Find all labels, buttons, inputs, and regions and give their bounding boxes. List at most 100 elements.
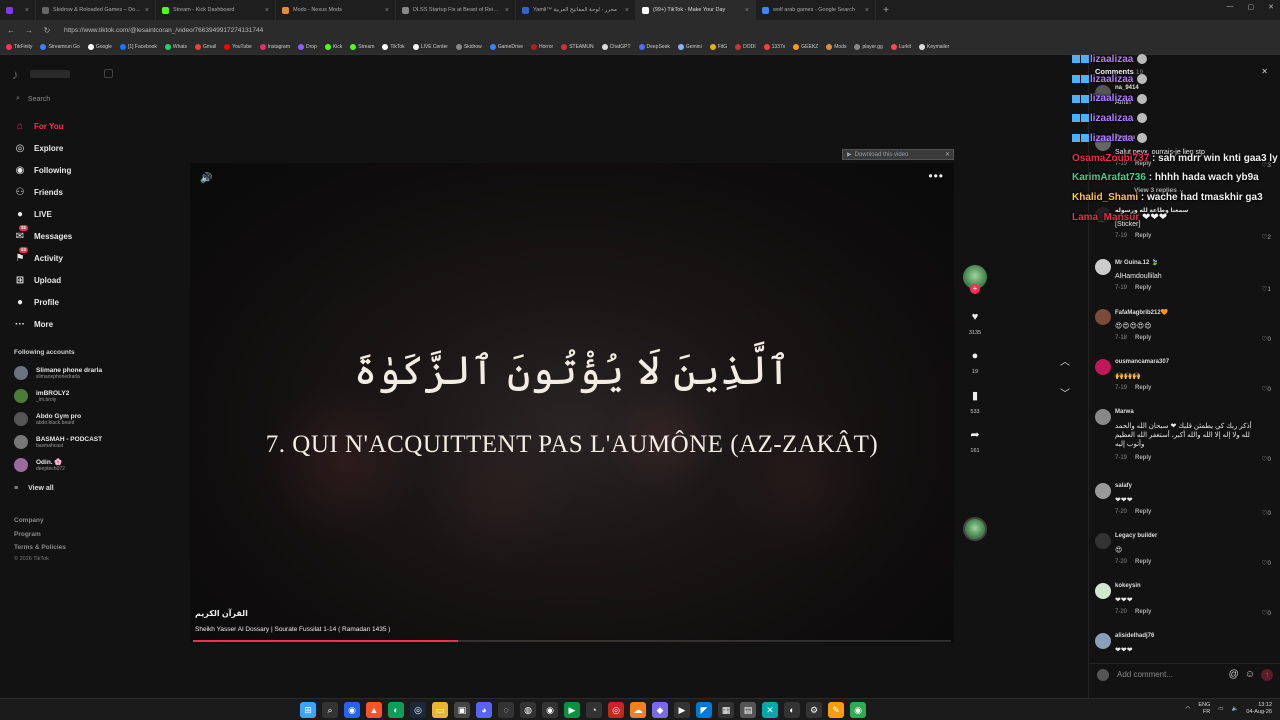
commenter-name[interactable]: Mr Guina.12 🍃 <box>1115 259 1158 266</box>
commenter-avatar[interactable] <box>1095 483 1111 499</box>
terminal-icon[interactable]: ▦ <box>718 702 734 718</box>
commenter-name[interactable]: kokeysin <box>1115 583 1141 589</box>
more-options-icon[interactable]: ••• <box>928 169 944 183</box>
cloud-icon[interactable]: ☁ <box>630 702 646 718</box>
reply-button[interactable]: Reply <box>1135 609 1151 615</box>
video-progress-bar[interactable] <box>193 640 951 642</box>
url-field[interactable]: https://www.tiktok.com/@lesaintcoran_/vi… <box>64 27 263 34</box>
brave-icon[interactable]: ▲ <box>366 702 382 718</box>
bookmark-item[interactable]: Instagram <box>259 44 290 50</box>
commenter-name[interactable]: salafy <box>1115 483 1132 489</box>
bookmark-item[interactable]: Keymailer <box>919 44 949 50</box>
browser-tab[interactable]: × <box>0 0 36 20</box>
speaker-icon[interactable]: 🔈 <box>1231 706 1238 712</box>
commenter-avatar[interactable] <box>1095 633 1111 649</box>
close-tab-icon[interactable]: × <box>865 7 869 14</box>
close-window-icon[interactable]: ✕ <box>1268 3 1274 11</box>
forward-icon[interactable]: → <box>24 26 34 35</box>
bookmark-item[interactable]: DeepSeek <box>638 44 670 50</box>
close-tab-icon[interactable]: × <box>25 7 29 14</box>
bookmark-item[interactable]: Drop <box>298 44 317 50</box>
next-video-icon[interactable]: ﹀ <box>1060 385 1070 400</box>
clock[interactable]: 13:12 04-Aug-26 <box>1246 702 1272 716</box>
reply-button[interactable]: Reply <box>1135 285 1151 291</box>
reload-icon[interactable]: ↻ <box>42 26 52 35</box>
commenter-avatar[interactable] <box>1095 309 1111 325</box>
reply-button[interactable]: Reply <box>1135 455 1151 461</box>
sidebar-item-more[interactable]: ··· More <box>14 317 53 331</box>
download-video-button[interactable]: ▶ Download this video ✕ <box>842 149 954 160</box>
commenter-avatar[interactable] <box>1095 359 1111 375</box>
commenter-name[interactable]: Marwa <box>1115 409 1134 415</box>
bookmark-item[interactable]: GEEKZ <box>793 44 818 50</box>
commenter-name[interactable]: Legacy builder <box>1115 533 1157 539</box>
copilot-icon[interactable]: ◉ <box>344 702 360 718</box>
commenter-name[interactable]: Toutou <box>1115 135 1135 141</box>
footer-link-program[interactable]: Program <box>14 531 41 538</box>
share-button[interactable]: ➦ 161 <box>960 428 990 454</box>
hammer-icon[interactable]: ✎ <box>828 702 844 718</box>
sidebar-item-profile[interactable]: ● Profile <box>14 295 59 309</box>
app-icon[interactable]: ◌ <box>498 702 514 718</box>
bookmark-item[interactable]: LIVE Center <box>412 44 448 50</box>
comment-button[interactable]: ● 19 <box>960 350 990 375</box>
commenter-avatar[interactable] <box>1095 259 1111 275</box>
chrome-icon[interactable]: ◉ <box>850 702 866 718</box>
steam-icon[interactable]: ◎ <box>410 702 426 718</box>
following-account[interactable]: Slimane phone drarla slimanephonedrarla <box>14 366 102 380</box>
commenter-avatar[interactable] <box>1095 207 1111 223</box>
close-tab-icon[interactable]: × <box>745 7 749 14</box>
volume-icon[interactable]: 🔊 <box>200 173 212 184</box>
bookmark-item[interactable]: player.gg <box>854 44 883 50</box>
bookmark-item[interactable]: Stream <box>350 44 374 50</box>
play-icon[interactable]: ▶ <box>564 702 580 718</box>
comment-like-button[interactable]: ♡0 <box>1262 455 1271 463</box>
video-player[interactable]: 🔊 ••• ٱلَّذِينَ لَا يُؤْتُونَ ٱلزَّكَوٰة… <box>190 163 954 643</box>
close-tab-icon[interactable]: × <box>505 7 509 14</box>
edge-icon[interactable]: ◐ <box>388 702 404 718</box>
network-icon[interactable]: ▭ <box>1218 706 1223 712</box>
sidebar-item-friends[interactable]: ⚇ Friends <box>14 185 63 199</box>
previous-video-icon[interactable]: ︿ <box>1060 353 1070 368</box>
capcut-icon[interactable]: ✕ <box>762 702 778 718</box>
minimize-icon[interactable]: — <box>1227 3 1234 11</box>
bookmark-item[interactable]: DODI <box>735 44 756 50</box>
search-input[interactable]: ⌕ Search <box>10 89 110 109</box>
new-tab-icon[interactable]: + <box>876 5 896 16</box>
bookmark-item[interactable]: YouTube <box>224 44 252 50</box>
bookmark-item[interactable]: Google <box>87 44 112 50</box>
bookmark-item[interactable]: Horror <box>531 44 553 50</box>
bookmark-item[interactable]: Streamrun Go <box>40 44 80 50</box>
wifi-icon[interactable]: ◠ <box>1186 706 1191 712</box>
video-icon[interactable]: ▶ <box>674 702 690 718</box>
store-icon[interactable]: ▣ <box>454 702 470 718</box>
follow-plus-icon[interactable]: + <box>970 284 980 294</box>
save-button[interactable]: ▮ 533 <box>960 389 990 415</box>
browser-tab[interactable]: Skidrow & Reloaded Games – Do... × <box>36 0 156 20</box>
bookmark-item[interactable]: Mods <box>826 44 846 50</box>
commenter-name[interactable]: FafaMagbrib212🧡 <box>1115 309 1168 316</box>
sidebar-item-for-you[interactable]: ⌂ For You <box>14 119 64 133</box>
sidebar-item-messages[interactable]: ✉ 92 Messages <box>14 225 72 243</box>
browser-tab[interactable]: Mods - Nexus Mods × <box>276 0 396 20</box>
bookmark-item[interactable]: ChatGPT <box>601 44 631 50</box>
reply-button[interactable]: Reply <box>1135 385 1151 391</box>
back-icon[interactable]: ← <box>6 26 16 35</box>
bookmark-item[interactable]: GameDrive <box>489 44 523 50</box>
browser-tab[interactable]: (99+) TikTok - Make Your Day × <box>636 0 756 20</box>
comment-like-button[interactable]: ♡0 <box>1262 559 1271 567</box>
music-disc-icon[interactable] <box>963 517 987 541</box>
reply-button[interactable]: Reply <box>1135 335 1151 341</box>
footer-link-company[interactable]: Company <box>14 517 44 524</box>
folder-icon[interactable]: ▭ <box>432 702 448 718</box>
following-account[interactable]: BASMAH - PODCAST basmahcast <box>14 435 102 449</box>
commenter-name[interactable]: alisidelhadj76 <box>1115 633 1154 639</box>
close-comments-icon[interactable]: ✕ <box>1261 67 1268 76</box>
footer-link-terms-policies[interactable]: Terms & Policies <box>14 544 66 551</box>
commenter-avatar[interactable] <box>1095 583 1111 599</box>
windows-start-icon[interactable]: ⊞ <box>300 702 316 718</box>
bookmark-item[interactable]: STEAMUN <box>561 44 594 50</box>
comment-like-button[interactable]: ♡1 <box>1262 285 1271 293</box>
browser-tab[interactable]: wolf arab games - Google Search × <box>756 0 876 20</box>
teams-icon[interactable]: ◆ <box>652 702 668 718</box>
